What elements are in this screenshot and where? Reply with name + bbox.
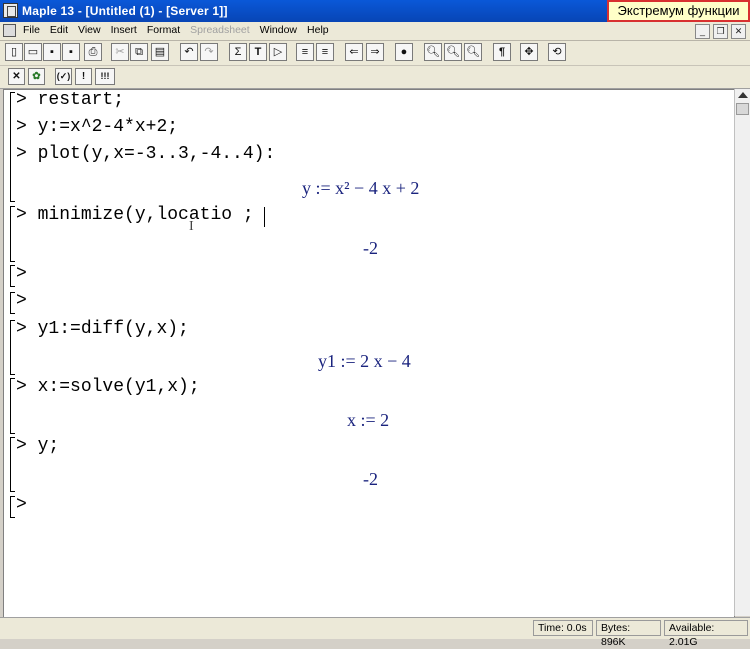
output-line: -2: [363, 238, 378, 258]
execution-group-bracket: [10, 437, 15, 492]
input-line[interactable]: >: [16, 291, 38, 311]
menu-file[interactable]: File: [18, 24, 45, 36]
open-folder-icon[interactable]: ▭: [24, 43, 42, 61]
execution-group-bracket: [10, 292, 15, 314]
main-toolbar: ▯ ▭ ▪ ▪ ⎙ ✂ ⧉ ▤ ↶ ↷ Σ T ▷ ≡ ≡ ⇐ ⇒ ● 🔍︎ 🔍…: [0, 41, 750, 66]
input-line[interactable]: > plot(y,x=-3..3,-4..4):: [16, 144, 275, 164]
restore-icon[interactable]: ❐: [713, 24, 728, 39]
execute-all-button[interactable]: !!!: [95, 68, 115, 85]
outdent-icon[interactable]: ≡: [316, 43, 334, 61]
input-line[interactable]: > y1:=diff(y,x);: [16, 319, 189, 339]
output-line: y1 := 2 x − 4: [318, 351, 411, 371]
scroll-thumb[interactable]: [736, 103, 749, 115]
input-line[interactable]: > y:=x^2-4*x+2;: [16, 117, 178, 137]
input-line[interactable]: >: [16, 495, 38, 515]
print-icon[interactable]: ⎙: [84, 43, 102, 61]
restart-server-icon[interactable]: ⟲: [548, 43, 566, 61]
redo-icon[interactable]: ↷: [200, 43, 218, 61]
caption-overlay: Экстремум функции: [607, 0, 750, 22]
minimize-icon[interactable]: _: [695, 24, 710, 39]
stop-icon[interactable]: ●: [395, 43, 413, 61]
zoom-100-icon[interactable]: 🔍︎: [424, 43, 442, 61]
menu-format[interactable]: Format: [142, 24, 185, 36]
menu-help[interactable]: Help: [302, 24, 334, 36]
output-line: x := 2: [347, 410, 390, 430]
execution-group-bracket: [10, 92, 15, 202]
resize-icon[interactable]: ✥: [520, 43, 538, 61]
math-mode-button[interactable]: Σ: [229, 43, 247, 61]
menu-insert[interactable]: Insert: [106, 24, 142, 36]
input-line[interactable]: > minimize(y,locatio ;: [16, 205, 254, 225]
mouse-ibeam-icon: I: [189, 219, 194, 234]
text-mode-button[interactable]: T: [249, 43, 267, 61]
vertical-scrollbar[interactable]: [734, 89, 750, 616]
context-toolbar: ✕ ✿ (✓) ! !!!: [0, 66, 750, 89]
execute-button[interactable]: !: [75, 68, 92, 85]
status-bar: Time: 0.0s Bytes: 896K Available: 2.01G: [0, 617, 750, 648]
zoom-150-icon[interactable]: 🔍︎: [444, 43, 462, 61]
cut-icon[interactable]: ✂: [111, 43, 129, 61]
status-bytes: Bytes: 896K: [596, 620, 661, 648]
menu-window[interactable]: Window: [255, 24, 302, 36]
worksheet[interactable]: > restart; > y:=x^2-4*x+2; > plot(y,x=-3…: [3, 89, 735, 618]
maple-app-icon[interactable]: [3, 3, 18, 18]
forward-arrow-icon[interactable]: ⇒: [366, 43, 384, 61]
input-line[interactable]: >: [16, 264, 38, 284]
status-time: Time: 0.0s: [533, 620, 593, 636]
copy-icon[interactable]: ⧉: [130, 43, 148, 61]
input-line[interactable]: > x:=solve(y1,x);: [16, 377, 200, 397]
new-document-icon[interactable]: ▯: [5, 43, 23, 61]
indent-icon[interactable]: ≡: [296, 43, 314, 61]
menu-edit[interactable]: Edit: [45, 24, 73, 36]
undo-icon[interactable]: ↶: [180, 43, 198, 61]
save-icon[interactable]: ▪: [43, 43, 61, 61]
menu-spreadsheet: Spreadsheet: [190, 24, 250, 36]
close-icon[interactable]: ✕: [731, 24, 746, 39]
execution-group-bracket: [10, 265, 15, 287]
text-cursor: [264, 207, 265, 227]
window-title: Maple 13 - [Untitled (1) - [Server 1]]: [22, 4, 228, 18]
zoom-200-icon[interactable]: 🔍︎: [464, 43, 482, 61]
output-line: -2: [363, 469, 378, 489]
back-arrow-icon[interactable]: ⇐: [345, 43, 363, 61]
save-all-icon[interactable]: ▪: [62, 43, 80, 61]
execution-group-bracket: [10, 496, 15, 518]
input-line[interactable]: > restart;: [16, 90, 124, 110]
check-expression-button[interactable]: (✓): [55, 68, 72, 85]
title-bar: Maple 13 - [Untitled (1) - [Server 1]] Э…: [0, 0, 750, 22]
paste-icon[interactable]: ▤: [151, 43, 169, 61]
output-line: y := x² − 4 x + 2: [302, 178, 420, 198]
menu-view[interactable]: View: [73, 24, 106, 36]
maple-leaf-icon[interactable]: ✿: [28, 68, 45, 85]
menu-bar: File Edit View Insert Format Spreadsheet…: [0, 22, 750, 41]
close-expression-icon[interactable]: ✕: [8, 68, 25, 85]
document-icon[interactable]: [3, 24, 16, 37]
scroll-up-icon[interactable]: [738, 92, 748, 98]
execution-group-bracket: [10, 378, 15, 434]
show-hidden-button[interactable]: ¶: [493, 43, 511, 61]
insert-prompt-icon[interactable]: ▷: [269, 43, 287, 61]
status-available: Available: 2.01G: [664, 620, 748, 648]
execution-group-bracket: [10, 320, 15, 375]
input-line[interactable]: > y;: [16, 436, 59, 456]
execution-group-bracket: [10, 206, 15, 262]
